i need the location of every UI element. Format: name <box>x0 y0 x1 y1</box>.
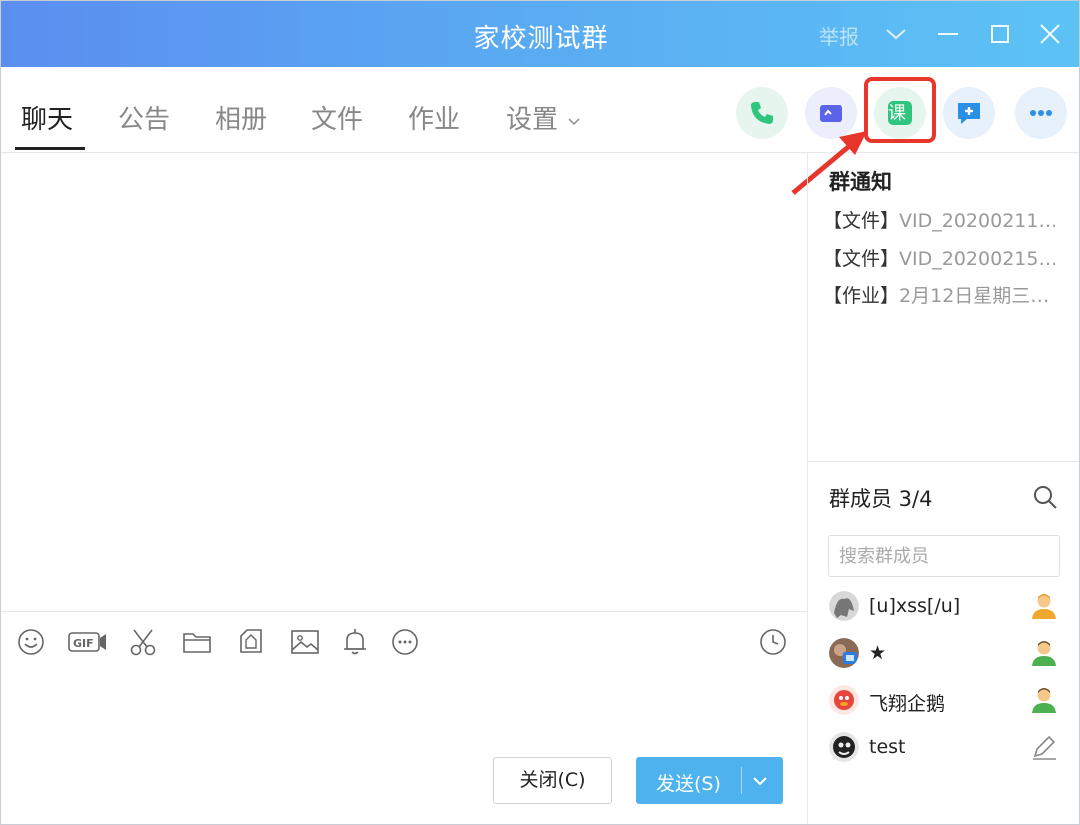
chevron-down-icon <box>566 106 582 136</box>
avatar <box>829 591 859 621</box>
send-button-label: 发送(S) <box>656 773 721 795</box>
send-button[interactable]: 发送(S) <box>636 757 783 804</box>
tab-chat[interactable]: 聊天 <box>21 99 73 136</box>
notice-item[interactable]: 【作业】2月12日星期三… <box>823 281 1055 308</box>
chat-plus-icon <box>958 103 980 124</box>
active-tab-indicator <box>15 147 85 150</box>
report-link[interactable]: 举报 <box>819 21 859 50</box>
member-item[interactable]: test <box>829 730 1061 768</box>
notice-text: 2月12日星期三… <box>899 285 1050 307</box>
close-icon[interactable] <box>1035 19 1065 49</box>
member-item[interactable]: 飞翔企鹅 <box>829 683 1061 721</box>
notice-tag: 【作业】 <box>823 285 900 307</box>
notice-text: VID_20200211… <box>899 210 1055 232</box>
member-item[interactable]: ★ <box>829 636 1061 674</box>
tab-announcement[interactable]: 公告 <box>118 99 170 136</box>
title-bar: 家校测试群 举报 <box>1 1 1079 67</box>
tab-files[interactable]: 文件 <box>311 99 363 136</box>
member-search-input[interactable] <box>828 535 1060 577</box>
notice-tag: 【文件】 <box>823 248 900 270</box>
member-icon <box>1029 685 1059 715</box>
notice-item[interactable]: 【文件】VID_20200215… <box>823 244 1055 271</box>
history-icon[interactable] <box>757 626 789 658</box>
folder-icon[interactable] <box>181 626 213 658</box>
gif-icon[interactable]: GIF <box>67 626 107 658</box>
avatar <box>829 685 859 715</box>
avatar <box>829 638 859 668</box>
tab-album[interactable]: 相册 <box>215 99 267 136</box>
emoji-icon[interactable] <box>15 626 47 658</box>
member-name: ★ <box>869 642 887 664</box>
bell-icon[interactable] <box>339 626 371 658</box>
message-input[interactable] <box>1 671 807 751</box>
notice-text: VID_20200215… <box>899 248 1055 270</box>
close-button[interactable]: 关闭(C) <box>493 757 612 804</box>
panel-divider <box>807 153 808 824</box>
notice-item[interactable]: 【文件】VID_20200211… <box>823 206 1055 233</box>
notice-title: 群通知 <box>829 170 892 194</box>
image-icon[interactable] <box>289 626 321 658</box>
search-icon[interactable] <box>1031 483 1059 511</box>
maximize-icon[interactable] <box>985 19 1015 49</box>
member-icon <box>1029 591 1059 621</box>
panel-section-divider <box>808 461 1079 462</box>
more-icon <box>1030 110 1052 116</box>
minimize-icon[interactable] <box>933 19 963 49</box>
chat-window: 家校测试群 举报 聊天 公告 相册 文件 作业 设置 课 GIF 关闭(C) 发… <box>0 0 1080 825</box>
member-item[interactable]: [u]xss[/u] <box>829 589 1061 627</box>
window-title: 家校测试群 <box>473 24 609 54</box>
notice-tag: 【文件】 <box>823 210 900 232</box>
phone-icon <box>751 102 773 124</box>
screenshot-icon[interactable] <box>235 626 267 658</box>
members-title: 群成员 3/4 <box>829 487 933 511</box>
member-name: [u]xss[/u] <box>869 595 961 617</box>
send-button-separator <box>741 767 742 794</box>
chevron-down-icon[interactable] <box>881 19 911 49</box>
avatar <box>829 732 859 762</box>
member-name: 飞翔企鹅 <box>869 693 946 715</box>
message-area[interactable] <box>1 153 807 611</box>
tab-settings-label: 设置 <box>506 105 559 135</box>
member-icon <box>1029 638 1059 668</box>
scissors-icon[interactable] <box>127 626 159 658</box>
edit-icon[interactable] <box>1029 732 1059 762</box>
more-circle-icon[interactable] <box>389 626 421 658</box>
input-toolbar: GIF <box>1 611 807 671</box>
svg-text:GIF: GIF <box>73 637 94 650</box>
more-button[interactable] <box>1015 87 1067 139</box>
tab-settings[interactable]: 设置 <box>506 99 582 136</box>
tab-homework[interactable]: 作业 <box>408 99 460 136</box>
member-name: test <box>869 736 906 758</box>
new-topic-button[interactable] <box>943 87 995 139</box>
chevron-down-icon[interactable] <box>748 769 772 798</box>
